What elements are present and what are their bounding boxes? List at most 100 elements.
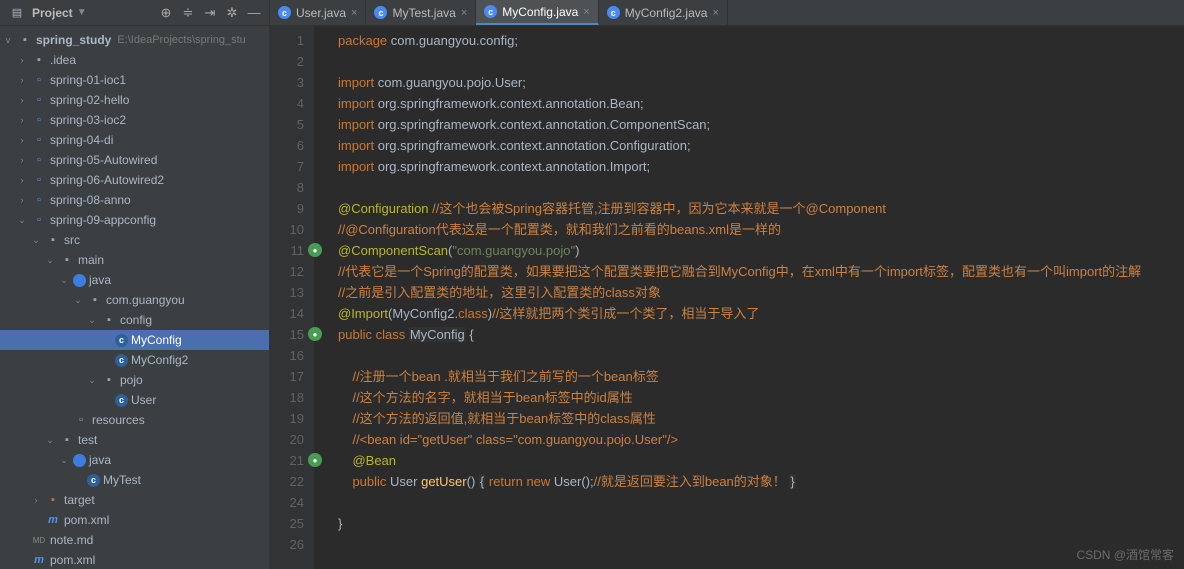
tree-node[interactable]: ›▫spring-01-ioc1: [0, 70, 269, 90]
code-line[interactable]: [338, 177, 1184, 198]
code-line[interactable]: @Import(MyConfig2.class)//这样就把两个类引成一个类了，…: [338, 303, 1184, 324]
tree-node[interactable]: ⌄▪com.guangyou: [0, 290, 269, 310]
code-line[interactable]: import org.springframework.context.annot…: [338, 114, 1184, 135]
settings-icon[interactable]: ✲: [223, 4, 241, 22]
node-label: MyConfig: [131, 333, 182, 347]
code-line[interactable]: //之前是引入配置类的地址，这里引入配置类的class对象: [338, 282, 1184, 303]
close-icon[interactable]: ×: [712, 7, 718, 19]
gutter-bean-icon[interactable]: ●: [308, 327, 322, 341]
line-number: 7: [278, 156, 304, 177]
code-line[interactable]: [338, 492, 1184, 513]
code-line[interactable]: @Bean: [338, 450, 1184, 471]
code-line[interactable]: //<bean id="getUser" class="com.guangyou…: [338, 429, 1184, 450]
code-line[interactable]: //@Configuration代表这是一个配置类，就和我们之前看的beans.…: [338, 219, 1184, 240]
code-line[interactable]: public User getUser() { return new User(…: [338, 471, 1184, 492]
chevron-down-icon[interactable]: ⌄: [58, 455, 70, 466]
tree-node[interactable]: cUser: [0, 390, 269, 410]
code-line[interactable]: [338, 534, 1184, 555]
tree-node[interactable]: ▫resources: [0, 410, 269, 430]
chevron-right-icon[interactable]: ›: [16, 75, 28, 85]
line-number: 5: [278, 114, 304, 135]
tree-node[interactable]: ›▫spring-06-Autowired2: [0, 170, 269, 190]
editor-tab[interactable]: cUser.java×: [270, 0, 366, 25]
chevron-down-icon[interactable]: v: [2, 35, 14, 45]
code-lines[interactable]: package com.guangyou.config; import com.g…: [314, 26, 1184, 569]
code-editor[interactable]: 1234567891011●12131415●161718192021●2224…: [270, 26, 1184, 569]
collapse-icon[interactable]: ⇥: [201, 4, 219, 22]
chevron-down-icon[interactable]: ⌄: [30, 235, 42, 246]
tree-node[interactable]: ›▪target: [0, 490, 269, 510]
line-number: 20: [278, 429, 304, 450]
code-line[interactable]: //这个方法的名字，就相当于bean标签中的id属性: [338, 387, 1184, 408]
tree-node[interactable]: ⌄▪test: [0, 430, 269, 450]
tree-node[interactable]: cMyConfig: [0, 330, 269, 350]
tgt-icon: ▪: [45, 492, 61, 508]
code-line[interactable]: //这个方法的返回值,就相当于bean标签中的class属性: [338, 408, 1184, 429]
chevron-down-icon[interactable]: ⌄: [86, 315, 98, 326]
tree-node[interactable]: ›▫spring-08-anno: [0, 190, 269, 210]
code-line[interactable]: import org.springframework.context.annot…: [338, 135, 1184, 156]
tree-node[interactable]: ›▫spring-02-hello: [0, 90, 269, 110]
gutter-bean-icon[interactable]: ●: [308, 243, 322, 257]
code-line[interactable]: @ComponentScan("com.guangyou.pojo"): [338, 240, 1184, 261]
tree-node[interactable]: mpom.xml: [0, 550, 269, 569]
editor-tab[interactable]: cMyConfig.java×: [476, 0, 598, 25]
code-line[interactable]: //代表它是一个Spring的配置类，如果要把这个配置类要把它融合到MyConf…: [338, 261, 1184, 282]
code-line[interactable]: public class MyConfig {: [338, 324, 1184, 345]
tree-node[interactable]: ›▪.idea: [0, 50, 269, 70]
chevron-right-icon[interactable]: ›: [16, 135, 28, 145]
expand-icon[interactable]: ≑: [179, 4, 197, 22]
code-line[interactable]: [338, 345, 1184, 366]
chevron-right-icon[interactable]: ›: [16, 195, 28, 205]
code-line[interactable]: @Configuration //这个也会被Spring容器托管,注册到容器中，…: [338, 198, 1184, 219]
chevron-right-icon[interactable]: ›: [16, 115, 28, 125]
code-line[interactable]: [338, 51, 1184, 72]
dropdown-icon[interactable]: ▼: [77, 7, 87, 18]
close-icon[interactable]: ×: [461, 7, 467, 19]
editor-tab[interactable]: cMyConfig2.java×: [599, 0, 728, 25]
close-icon[interactable]: ×: [351, 7, 357, 19]
chevron-down-icon[interactable]: ⌄: [58, 275, 70, 286]
tree-node[interactable]: ⌄▪main: [0, 250, 269, 270]
chevron-right-icon[interactable]: ›: [16, 155, 28, 165]
code-line[interactable]: //注册一个bean .就相当于我们之前写的一个bean标签: [338, 366, 1184, 387]
tree-node[interactable]: ⌄▪pojo: [0, 370, 269, 390]
code-line[interactable]: import org.springframework.context.annot…: [338, 156, 1184, 177]
tree-node[interactable]: ⌄▫spring-09-appconfig: [0, 210, 269, 230]
tree-node[interactable]: cMyTest: [0, 470, 269, 490]
chevron-down-icon[interactable]: ⌄: [16, 215, 28, 226]
chevron-right-icon[interactable]: ›: [30, 495, 42, 505]
gutter-bean-icon[interactable]: ●: [308, 453, 322, 467]
close-icon[interactable]: ×: [583, 6, 589, 18]
code-line[interactable]: import com.guangyou.pojo.User;: [338, 72, 1184, 93]
tree-node[interactable]: ⌄▪src: [0, 230, 269, 250]
editor-tabs: cUser.java×cMyTest.java×cMyConfig.java×c…: [270, 0, 1184, 26]
code-line[interactable]: package com.guangyou.config;: [338, 30, 1184, 51]
chevron-down-icon[interactable]: ⌄: [86, 375, 98, 386]
tree-node[interactable]: mpom.xml: [0, 510, 269, 530]
chevron-right-icon[interactable]: ›: [16, 55, 28, 65]
tree-node[interactable]: ›▫spring-04-di: [0, 130, 269, 150]
chevron-down-icon[interactable]: ⌄: [44, 255, 56, 266]
tree-node[interactable]: MDnote.md: [0, 530, 269, 550]
chevron-down-icon[interactable]: ⌄: [72, 295, 84, 306]
chevron-right-icon[interactable]: ›: [16, 175, 28, 185]
project-label[interactable]: Project: [32, 6, 73, 20]
tree-node[interactable]: ›▫spring-03-ioc2: [0, 110, 269, 130]
chevron-right-icon[interactable]: ›: [16, 95, 28, 105]
dir-icon: ▪: [45, 232, 61, 248]
cls-icon: c: [115, 334, 128, 347]
tree-node[interactable]: cMyConfig2: [0, 350, 269, 370]
tree-node[interactable]: ⌄▪config: [0, 310, 269, 330]
tree-node[interactable]: ⌄java: [0, 270, 269, 290]
editor-tab[interactable]: cMyTest.java×: [366, 0, 476, 25]
code-line[interactable]: }: [338, 513, 1184, 534]
target-icon[interactable]: ⊕: [157, 4, 175, 22]
tree-node[interactable]: ⌄java: [0, 450, 269, 470]
tree-node[interactable]: ›▫spring-05-Autowired: [0, 150, 269, 170]
code-line[interactable]: import org.springframework.context.annot…: [338, 93, 1184, 114]
line-number: 9: [278, 198, 304, 219]
tree-root[interactable]: v ▪ spring_study E:\IdeaProjects\spring_…: [0, 30, 269, 50]
chevron-down-icon[interactable]: ⌄: [44, 435, 56, 446]
hide-icon[interactable]: —: [245, 4, 263, 22]
